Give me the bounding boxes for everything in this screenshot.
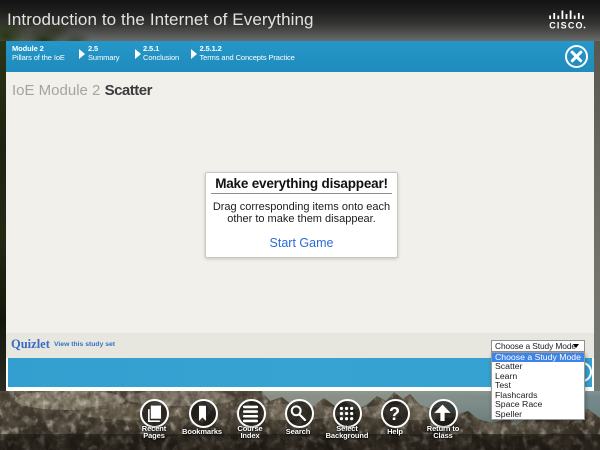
svg-text:CISCO: CISCO [549, 21, 584, 31]
svg-text:?: ? [389, 403, 400, 424]
